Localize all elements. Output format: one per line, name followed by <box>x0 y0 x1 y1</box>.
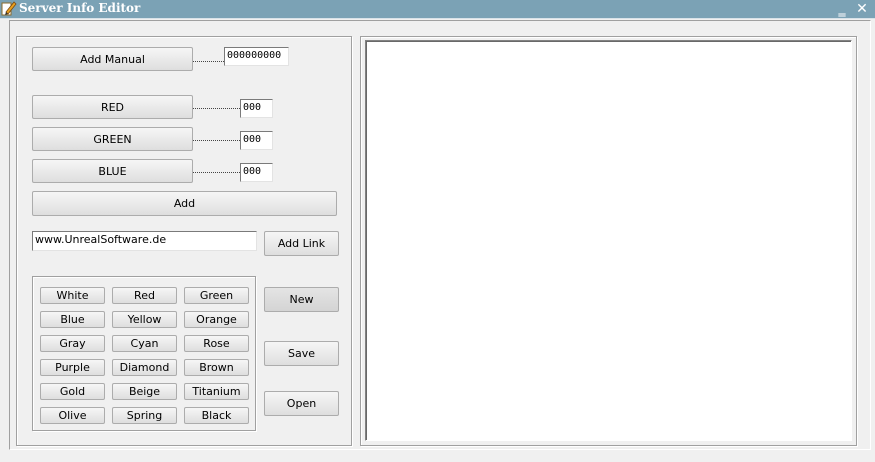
palette-purple-button[interactable]: Purple <box>40 359 105 376</box>
title-bar[interactable]: Server Info Editor ‗ ✕ <box>0 0 875 18</box>
pencil-icon <box>1 1 17 16</box>
palette-brown-button[interactable]: Brown <box>184 359 249 376</box>
add-link-button[interactable]: Add Link <box>264 231 339 256</box>
palette-red-button[interactable]: Red <box>112 287 177 304</box>
palette-gold-button[interactable]: Gold <box>40 383 105 400</box>
red-button[interactable]: RED <box>32 95 193 119</box>
window-title: Server Info Editor <box>19 1 141 15</box>
info-text-editor[interactable] <box>365 40 852 441</box>
palette-orange-button[interactable]: Orange <box>184 311 249 328</box>
palette-green-button[interactable]: Green <box>184 287 249 304</box>
green-value-field[interactable]: 000 <box>240 131 273 150</box>
dotted-connector <box>193 140 240 141</box>
palette-olive-button[interactable]: Olive <box>40 407 105 424</box>
red-value-field[interactable]: 000 <box>240 99 273 118</box>
palette-rose-button[interactable]: Rose <box>184 335 249 352</box>
manual-color-field[interactable]: 000000000 <box>224 47 289 66</box>
palette-beige-button[interactable]: Beige <box>112 383 177 400</box>
palette-cyan-button[interactable]: Cyan <box>112 335 177 352</box>
dotted-connector <box>193 61 224 62</box>
palette-white-button[interactable]: White <box>40 287 105 304</box>
new-button[interactable]: New <box>264 287 339 312</box>
palette-diamond-button[interactable]: Diamond <box>112 359 177 376</box>
save-button[interactable]: Save <box>264 341 339 366</box>
palette-yellow-button[interactable]: Yellow <box>112 311 177 328</box>
link-url-input[interactable]: www.UnrealSoftware.de <box>32 231 257 251</box>
blue-value-field[interactable]: 000 <box>240 163 273 182</box>
palette-gray-button[interactable]: Gray <box>40 335 105 352</box>
palette-black-button[interactable]: Black <box>184 407 249 424</box>
add-color-button[interactable]: Add <box>32 191 337 216</box>
dotted-connector <box>193 172 240 173</box>
minimize-button[interactable]: ‗ <box>833 0 851 18</box>
dotted-connector <box>193 108 240 109</box>
blue-button[interactable]: BLUE <box>32 159 193 183</box>
close-button[interactable]: ✕ <box>853 0 871 18</box>
add-manual-button[interactable]: Add Manual <box>32 47 193 71</box>
green-button[interactable]: GREEN <box>32 127 193 151</box>
palette-titanium-button[interactable]: Titanium <box>184 383 249 400</box>
palette-spring-button[interactable]: Spring <box>112 407 177 424</box>
palette-blue-button[interactable]: Blue <box>40 311 105 328</box>
open-button[interactable]: Open <box>264 391 339 416</box>
